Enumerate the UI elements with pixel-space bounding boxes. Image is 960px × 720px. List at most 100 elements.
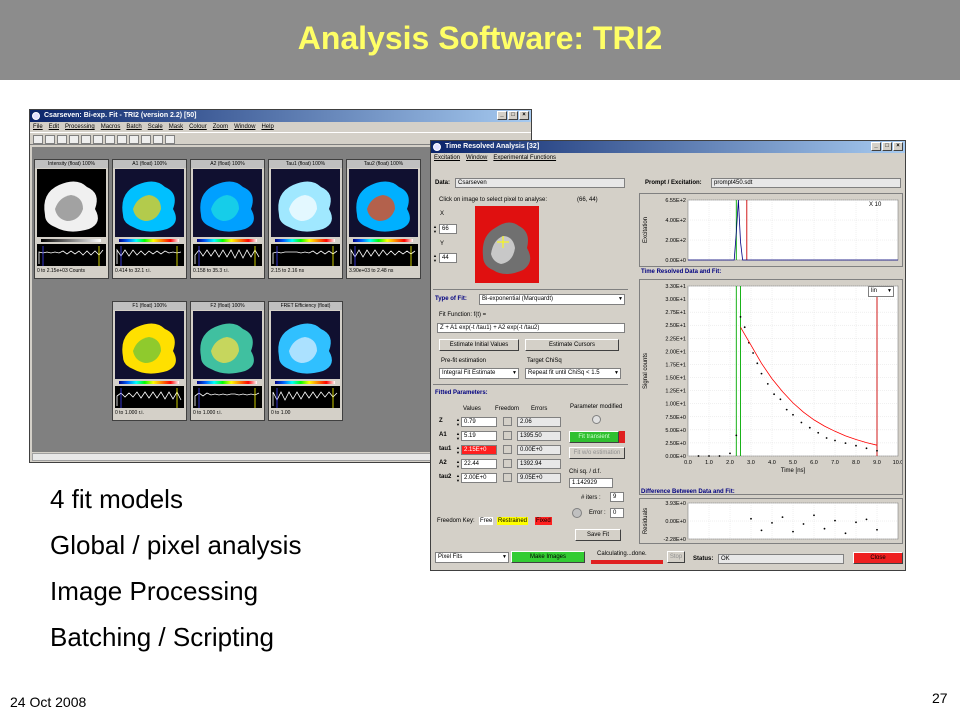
param-spinner-icon[interactable]: ▲ ▼ <box>456 473 460 483</box>
param-freedom-checkbox[interactable] <box>503 459 512 468</box>
param-error-field: 9.05E+0 <box>517 473 561 483</box>
status-field: OK <box>718 554 844 564</box>
tra-window[interactable]: Time Resolved Analysis [32] _ □ × Excita… <box>430 140 906 571</box>
x10-checkbox[interactable]: X 10 <box>869 202 882 208</box>
menu-item[interactable]: Batch <box>126 122 141 132</box>
image-range-label: 0.414 to 32.1 r.i. <box>115 268 151 274</box>
chisq-label: Chi sq. / d.f. <box>569 469 602 475</box>
type-of-fit-select[interactable]: Bi-exponential (Marquardt) <box>479 294 625 305</box>
param-spinner-icon[interactable]: ▲ ▼ <box>456 417 460 427</box>
tra-window-titlebar[interactable]: Time Resolved Analysis [32] _ □ × <box>431 141 905 153</box>
prefit-select[interactable]: Integral Fit Estimate <box>439 368 519 379</box>
x-spinner-icon[interactable]: ▲ ▼ <box>433 224 437 234</box>
eraser-icon[interactable] <box>141 135 151 144</box>
save-fit-button[interactable]: Save Fit <box>575 529 621 541</box>
param-value-field[interactable]: 2.15E+0 <box>461 445 497 455</box>
pen-icon[interactable] <box>129 135 139 144</box>
param-spinner-icon[interactable]: ▲ ▼ <box>456 431 460 441</box>
image-window[interactable]: A1 (float) 100% 0.414 to 32.1 r.i. <box>112 159 187 279</box>
param-freedom-checkbox[interactable] <box>503 473 512 482</box>
menu-item[interactable]: Window <box>466 153 487 163</box>
y-tick-label: 2.00E+2 <box>665 238 686 244</box>
stop-button[interactable]: Stop <box>667 551 685 563</box>
param-freedom-checkbox[interactable] <box>503 445 512 454</box>
param-value-field[interactable]: 5.19 <box>461 431 497 441</box>
menu-item[interactable]: Macros <box>101 122 121 132</box>
new-icon[interactable] <box>33 135 43 144</box>
zoom-out-icon[interactable] <box>165 135 175 144</box>
param-value-field[interactable]: 0.79 <box>461 417 497 427</box>
pixel-select-image[interactable] <box>475 206 539 283</box>
histogram <box>115 244 184 266</box>
fit-function-field[interactable]: Z + A1 exp(-t /tau1) + A2 exp(-t /tau2) <box>437 323 625 333</box>
fret-image-icon[interactable] <box>271 311 340 379</box>
image-window[interactable]: FRET Efficiency (float) 0 to 1.00 <box>268 301 343 421</box>
tau2-image-icon[interactable] <box>349 169 418 237</box>
menu-item[interactable]: Processing <box>65 122 95 132</box>
menu-item[interactable]: Edit <box>49 122 59 132</box>
status-label: Status: <box>693 556 714 562</box>
estimate-initial-values-button[interactable]: Estimate Initial Values <box>439 339 519 351</box>
menu-item[interactable]: Experimental Functions <box>493 153 556 163</box>
copy-icon[interactable] <box>93 135 103 144</box>
maximize-icon[interactable]: □ <box>508 111 518 120</box>
menu-item[interactable]: Scale <box>148 122 163 132</box>
print-icon[interactable] <box>69 135 79 144</box>
menu-item[interactable]: Zoom <box>213 122 228 132</box>
image-window[interactable]: F1 (float) 100% 0 to 1.000 r.i. <box>112 301 187 421</box>
param-spinner-icon[interactable]: ▲ ▼ <box>456 445 460 455</box>
image-window[interactable]: Tau2 (float) 100% 3.90e+03 to 2.48 ns <box>346 159 421 279</box>
main-window-titlebar[interactable]: Csarseven: Bi-exp. Fit - TRI2 (version 2… <box>30 110 531 122</box>
lin-select[interactable]: lin <box>868 286 894 297</box>
colour-bar <box>275 239 335 242</box>
y-field[interactable]: 44 <box>439 253 457 263</box>
menu-item[interactable]: Mask <box>169 122 183 132</box>
close-button[interactable]: Close <box>853 552 903 564</box>
y-spinner-icon[interactable]: ▲ ▼ <box>433 253 437 263</box>
menu-item[interactable]: Excitation <box>434 153 460 163</box>
image-window[interactable]: Tau1 (float) 100% 2.15 to 2.16 ns <box>268 159 343 279</box>
cut-icon[interactable] <box>81 135 91 144</box>
residual-point <box>760 529 763 532</box>
param-freedom-checkbox[interactable] <box>503 431 512 440</box>
intensity-image-icon[interactable] <box>37 169 106 237</box>
minimize-icon[interactable]: _ <box>497 111 507 120</box>
x-axis-label: Time [ns] <box>781 468 806 474</box>
minimize-icon[interactable]: _ <box>871 142 881 151</box>
tau1-image-icon[interactable] <box>271 169 340 237</box>
residual-point <box>750 517 752 520</box>
fit-wo-estimation-button[interactable]: Fit w/o estimation <box>569 447 625 459</box>
a1-image-icon[interactable] <box>115 169 184 237</box>
menu-item[interactable]: File <box>33 122 43 132</box>
param-value-field[interactable]: 22.44 <box>461 459 497 469</box>
param-freedom-checkbox[interactable] <box>503 417 512 426</box>
menu-item[interactable]: Colour <box>189 122 207 132</box>
f2-image-icon[interactable] <box>193 311 262 379</box>
maximize-icon[interactable]: □ <box>882 142 892 151</box>
paste-icon[interactable] <box>105 135 115 144</box>
param-spinner-icon[interactable]: ▲ ▼ <box>456 459 460 469</box>
x-field[interactable]: 66 <box>439 224 457 234</box>
param-modified-indicator-icon <box>592 415 601 424</box>
menu-item[interactable]: Window <box>234 122 255 132</box>
target-chisq-select[interactable]: Repeat fit until ChiSq < 1.5 <box>525 368 621 379</box>
chart-icon[interactable] <box>117 135 127 144</box>
save-icon[interactable] <box>57 135 67 144</box>
error-indicator-icon <box>572 508 582 518</box>
pixel-fits-select[interactable]: Pixel Fits <box>435 552 509 563</box>
image-window[interactable]: A2 (float) 100% 0.158 to 35.3 r.i. <box>190 159 265 279</box>
image-window[interactable]: F2 (float) 100% 0 to 1.000 r.i. <box>190 301 265 421</box>
menu-item[interactable]: Help <box>261 122 273 132</box>
estimate-cursors-button[interactable]: Estimate Cursors <box>525 339 619 351</box>
image-window[interactable]: Intensity (float) 100% 0 to 2.15e+03 Coun… <box>34 159 109 279</box>
f1-image-icon[interactable] <box>115 311 184 379</box>
close-icon[interactable]: × <box>893 142 903 151</box>
zoom-in-icon[interactable] <box>153 135 163 144</box>
close-icon[interactable]: × <box>519 111 529 120</box>
a2-image-icon[interactable] <box>193 169 262 237</box>
open-icon[interactable] <box>45 135 55 144</box>
residual-point <box>844 532 847 535</box>
make-images-button[interactable]: Make Images <box>511 551 585 563</box>
param-value-field[interactable]: 2.00E+0 <box>461 473 497 483</box>
fit-transient-button[interactable]: Fit transient <box>569 431 619 443</box>
